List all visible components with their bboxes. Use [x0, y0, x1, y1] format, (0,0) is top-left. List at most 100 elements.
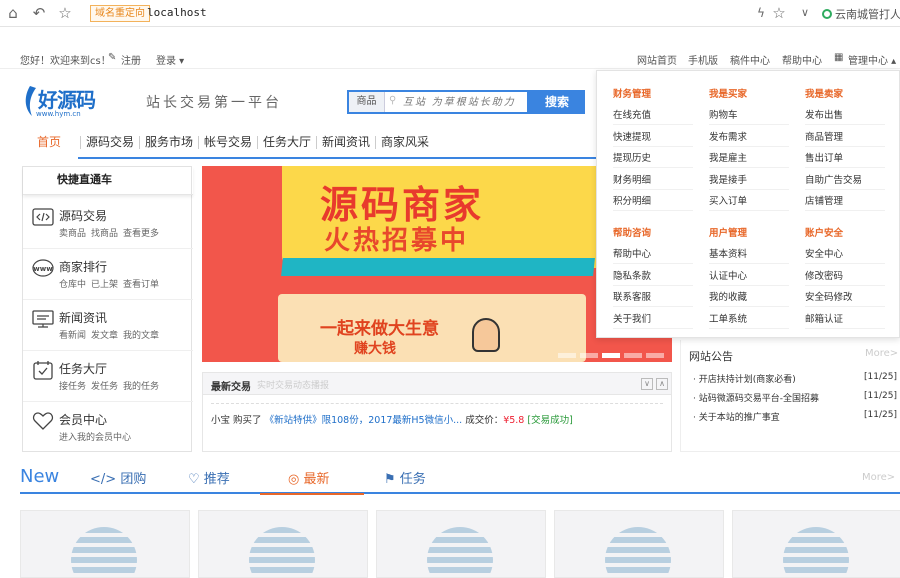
nav-home-link[interactable]: 网站首页	[637, 52, 677, 67]
dropdown-menu-item[interactable]: 发布出售	[805, 107, 885, 125]
login-link[interactable]: 登录 ▾	[156, 52, 184, 67]
quick-item-task-hall[interactable]: 任务大厅 接任务 发任务 我的任务	[23, 352, 193, 402]
nav-tab-news[interactable]: 新闻资讯	[322, 133, 370, 159]
carousel-dot[interactable]	[558, 353, 576, 358]
dropdown-menu-item[interactable]: 邮箱认证	[805, 311, 885, 329]
dropdown-menu-item[interactable]: 积分明细	[613, 193, 693, 211]
carousel-dot[interactable]	[646, 353, 664, 358]
quick-link[interactable]: 我的文章	[123, 331, 159, 341]
dropdown-menu-item[interactable]: 关于我们	[613, 311, 693, 329]
dropdown-menu-item[interactable]: 隐私条款	[613, 268, 693, 286]
quick-link[interactable]: 查看更多	[123, 229, 159, 239]
new-more-link[interactable]: More>	[862, 472, 895, 483]
quick-link[interactable]: 看新闻	[59, 331, 86, 341]
nav-manuscript-link[interactable]: 稿件中心	[730, 52, 770, 67]
nav-tab-merchants[interactable]: 商家风采	[381, 133, 429, 159]
notice-title: 网站公告	[689, 350, 733, 363]
quick-link[interactable]: 找商品	[91, 229, 118, 239]
dropdown-menu-item[interactable]: 基本资料	[709, 246, 789, 264]
product-card[interactable]	[732, 510, 900, 578]
tab-group-buy[interactable]: </> 团购	[90, 468, 146, 487]
nav-divider	[375, 136, 376, 149]
dropdown-menu-item[interactable]: 工单系统	[709, 311, 789, 329]
tab-label: 推荐	[203, 472, 230, 487]
product-card[interactable]	[20, 510, 190, 578]
collapse-icon[interactable]: ∨	[641, 378, 653, 390]
dropdown-menu-item[interactable]: 在线充值	[613, 107, 693, 125]
search-input[interactable]	[403, 92, 527, 112]
quick-link[interactable]: 接任务	[59, 382, 86, 392]
dropdown-menu-item[interactable]: 修改密码	[805, 268, 885, 286]
quick-link[interactable]: 我的任务	[123, 382, 159, 392]
dropdown-menu-item[interactable]: 发布需求	[709, 129, 789, 147]
browser-search[interactable]: 云南城管打人	[822, 6, 900, 22]
quick-link[interactable]: 发文章	[91, 331, 118, 341]
star-icon[interactable]: ☆	[56, 4, 74, 22]
carousel-dot-active[interactable]	[602, 353, 620, 358]
dropdown-menu-item[interactable]: 我是雇主	[709, 150, 789, 168]
back-icon[interactable]: ↶	[30, 4, 48, 22]
product-card[interactable]	[376, 510, 546, 578]
dropdown-menu-item[interactable]: 购物车	[709, 107, 789, 125]
notice-date: [11/25]	[864, 410, 897, 420]
carousel-dot[interactable]	[624, 353, 642, 358]
tab-tasks[interactable]: ⚑ 任务	[384, 468, 426, 487]
trade-item-link[interactable]: 《新站特供》限108份，2017最新H5微信小...	[265, 415, 463, 426]
home-icon[interactable]: ⌂	[4, 4, 22, 22]
dropdown-menu-item[interactable]: 我的收藏	[709, 289, 789, 307]
dropdown-menu-item[interactable]: 提现历史	[613, 150, 693, 168]
quick-item-merchant-rank[interactable]: www 商家排行 仓库中 已上架 查看订单	[23, 250, 193, 300]
dropdown-menu-item[interactable]: 快速提现	[613, 129, 693, 147]
dropdown-menu-item[interactable]: 买入订单	[709, 193, 789, 211]
product-card[interactable]	[554, 510, 724, 578]
dropdown-menu-item[interactable]: 售出订单	[805, 150, 885, 168]
dropdown-menu-item[interactable]: 认证中心	[709, 268, 789, 286]
chevron-down-icon[interactable]: ∨	[796, 4, 814, 22]
quick-link[interactable]: 进入我的会员中心	[59, 433, 131, 443]
dropdown-menu-item[interactable]: 店铺管理	[805, 193, 885, 211]
notice-item[interactable]: · 关于本站的推广事宜	[693, 410, 780, 423]
notice-item[interactable]: · 开店扶持计划(商家必看)	[693, 372, 796, 385]
carousel-dot[interactable]	[580, 353, 598, 358]
tab-latest[interactable]: ◎ 最新	[260, 468, 364, 495]
dropdown-menu-item[interactable]: 安全中心	[805, 246, 885, 264]
quick-item-member-center[interactable]: 会员中心 进入我的会员中心	[23, 403, 193, 453]
dropdown-menu-item[interactable]: 安全码修改	[805, 289, 885, 307]
magnifier-icon: ⚲	[389, 95, 397, 106]
nav-tab-service-market[interactable]: 服务市场	[145, 133, 193, 159]
nav-tab-home[interactable]: 首页	[20, 133, 79, 159]
dropdown-menu-item[interactable]: 自助广告交易	[805, 172, 885, 190]
bookmark-star-icon[interactable]: ☆	[770, 4, 788, 22]
notice-item[interactable]: · 站码微源码交易平台-全国招募	[693, 391, 819, 404]
search-button[interactable]: 搜索	[529, 90, 585, 114]
quick-item-news[interactable]: 新闻资讯 看新闻 发文章 我的文章	[23, 301, 193, 351]
dropdown-menu-item[interactable]: 商品管理	[805, 129, 885, 147]
quick-link[interactable]: 查看订单	[123, 280, 159, 290]
notice-more-link[interactable]: More>	[865, 348, 898, 359]
dropdown-menu-item[interactable]: 财务明细	[613, 172, 693, 190]
quick-link[interactable]: 卖商品	[59, 229, 86, 239]
register-link[interactable]: 注册	[121, 52, 141, 67]
quick-link[interactable]: 仓库中	[59, 280, 86, 290]
dropdown-menu-item[interactable]: 我是接手	[709, 172, 789, 190]
tab-recommend[interactable]: ♡ 推荐	[188, 468, 230, 487]
expand-icon[interactable]: ∧	[656, 378, 668, 390]
quick-link[interactable]: 已上架	[91, 280, 118, 290]
nav-tab-source-trade[interactable]: 源码交易	[86, 133, 134, 159]
search-category-select[interactable]: 商品	[349, 92, 385, 112]
product-card[interactable]	[198, 510, 368, 578]
trade-row[interactable]: 小宝 购买了 《新站特供》限108份，2017最新H5微信小... 成交价：¥5…	[211, 412, 573, 426]
quick-link[interactable]: 发任务	[91, 382, 118, 392]
quick-item-source-trade[interactable]: 源码交易 卖商品 找商品 查看更多	[23, 199, 193, 249]
nav-tab-account-trade[interactable]: 帐号交易	[204, 133, 252, 159]
dropdown-menu-item[interactable]: 联系客服	[613, 289, 693, 307]
nav-tab-task-hall[interactable]: 任务大厅	[263, 133, 311, 159]
dropdown-menu-item[interactable]: 帮助中心	[613, 246, 693, 264]
nav-admin-link[interactable]: 管理中心 ▴	[848, 52, 896, 67]
nav-mobile-link[interactable]: 手机版	[688, 52, 718, 67]
site-search: 商品 ⚲	[347, 90, 529, 114]
lightning-icon[interactable]: ϟ	[752, 4, 770, 22]
tab-label: 任务	[399, 472, 426, 487]
nav-help-link[interactable]: 帮助中心	[782, 52, 822, 67]
address-bar[interactable]: localhost	[147, 6, 207, 19]
